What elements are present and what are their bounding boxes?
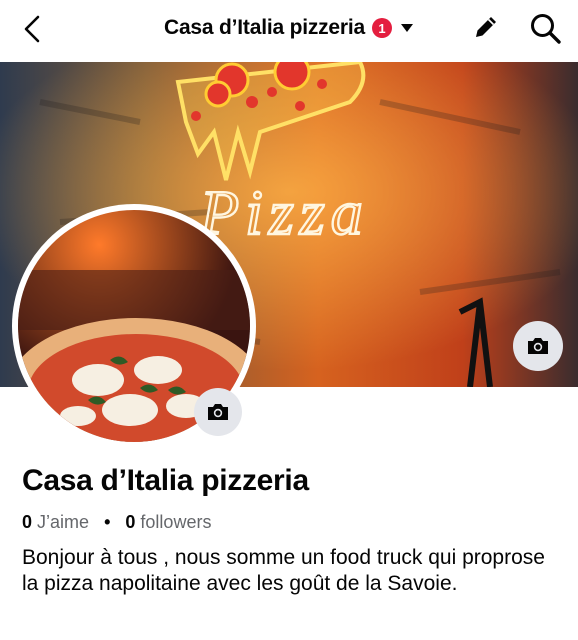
cover-camera-button[interactable] <box>513 321 563 371</box>
likes-label[interactable]: J’aime <box>37 512 89 532</box>
notification-badge: 1 <box>372 18 393 38</box>
camera-icon <box>528 338 548 354</box>
followers-count: 0 <box>125 512 136 532</box>
search-icon[interactable] <box>528 11 562 45</box>
edit-pencil-icon[interactable] <box>470 11 502 43</box>
stats-separator: • <box>104 512 111 532</box>
camera-icon <box>208 404 228 420</box>
page-title: Casa d’Italia pizzeria <box>163 16 366 39</box>
followers-label[interactable]: followers <box>140 512 211 532</box>
top-bar: Casa d’Italia pizzeria 1 <box>0 0 578 58</box>
profile-bio: Bonjour à tous , nous somme un food truc… <box>22 546 545 595</box>
cover-neon-text: Pizza <box>199 177 369 248</box>
likes-count: 0 <box>22 512 33 532</box>
caret-down-icon <box>401 24 414 32</box>
profile-stats: 0 J’aime • 0 followers <box>22 512 211 533</box>
profile-camera-button[interactable] <box>194 388 242 436</box>
profile-name: Casa d’Italia pizzeria <box>22 464 309 497</box>
